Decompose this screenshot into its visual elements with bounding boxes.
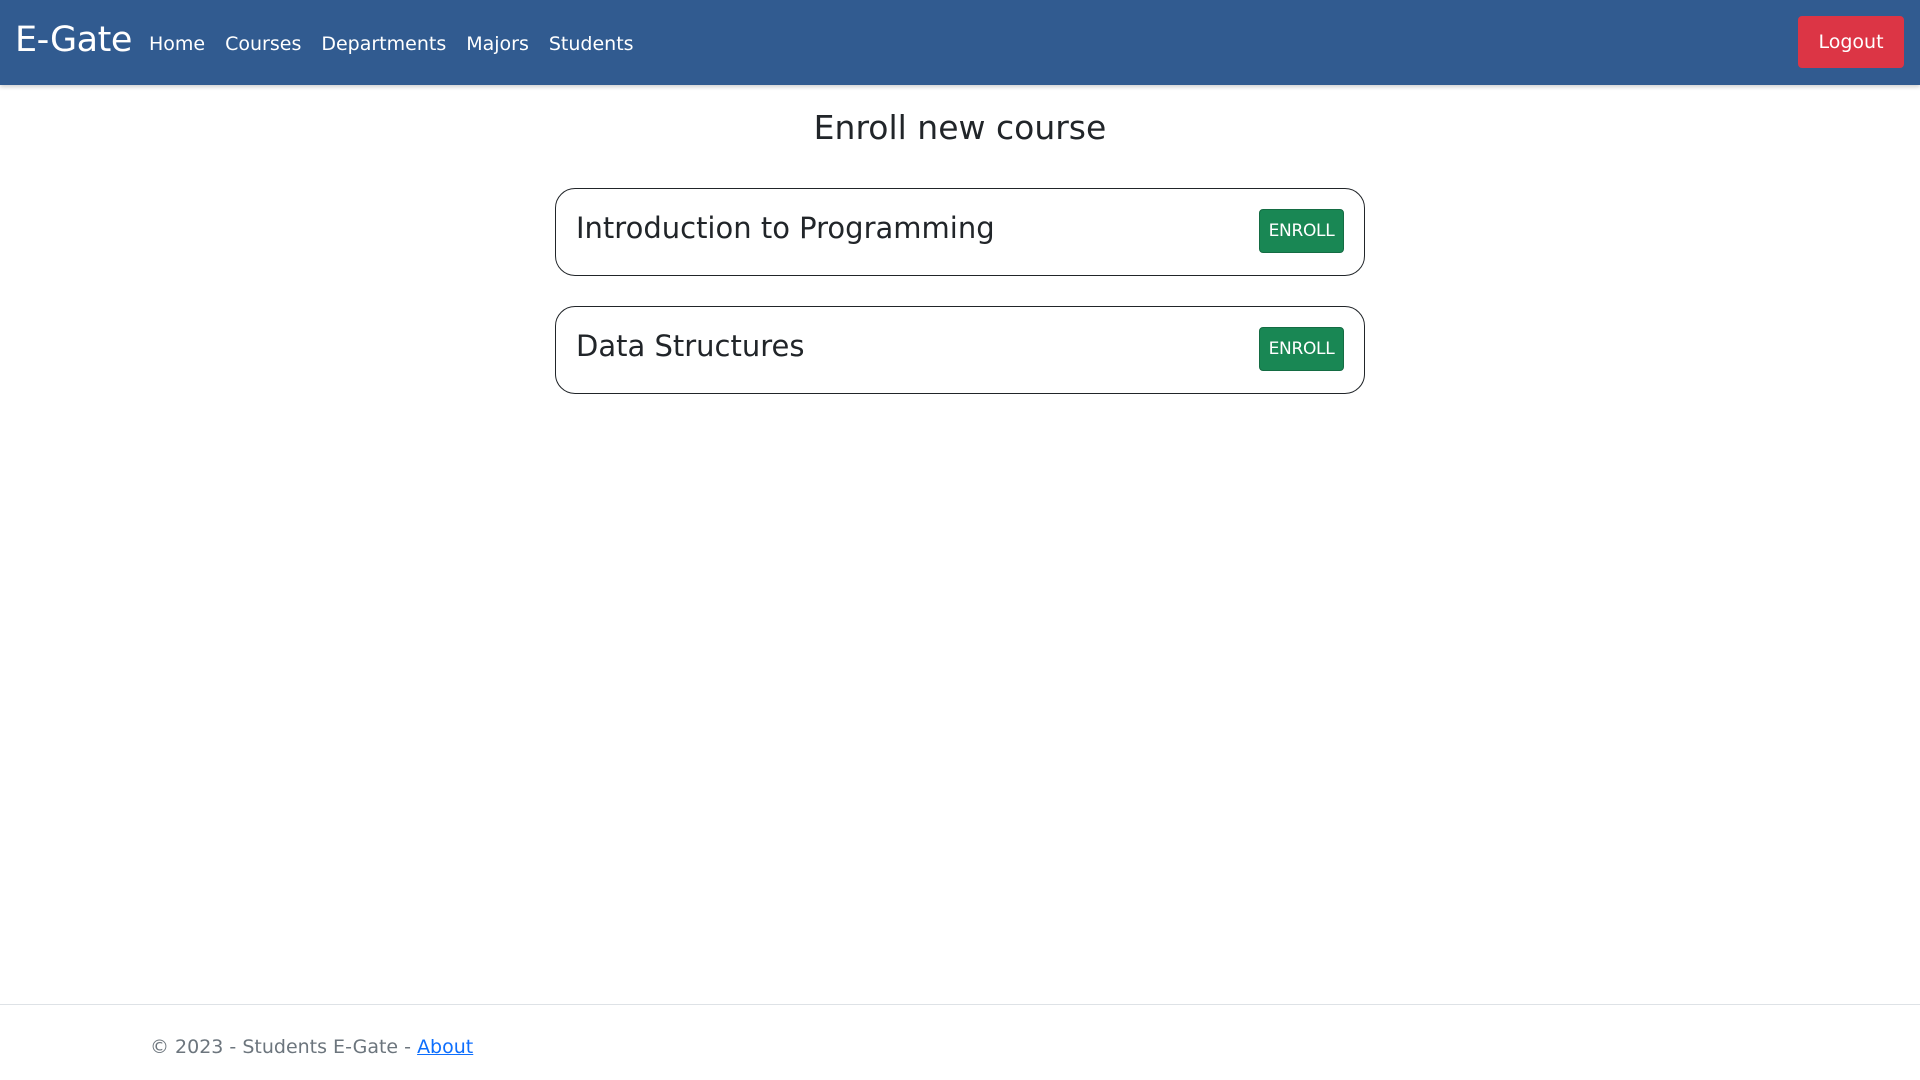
logout-button[interactable]: Logout	[1798, 16, 1904, 68]
nav-links: Home Courses Departments Majors Students	[149, 30, 654, 58]
top-navbar: E-Gate Home Courses Departments Majors S…	[0, 0, 1920, 85]
footer-text: © 2023 - Students E-Gate - About	[150, 1033, 473, 1061]
copyright-text: © 2023 - Students E-Gate -	[150, 1036, 418, 1058]
about-link[interactable]: About	[417, 1036, 473, 1058]
enroll-button[interactable]: ENROLL	[1259, 327, 1344, 371]
page-title: Enroll new course	[813, 108, 1107, 147]
nav-link-students[interactable]: Students	[549, 30, 634, 58]
enroll-button[interactable]: ENROLL	[1259, 209, 1344, 253]
brand-logo-link[interactable]: E-Gate	[15, 18, 132, 62]
course-card: Data Structures ENROLL	[555, 306, 1365, 394]
nav-link-departments[interactable]: Departments	[321, 30, 446, 58]
course-name: Data Structures	[576, 329, 805, 363]
nav-link-courses[interactable]: Courses	[225, 30, 301, 58]
course-name: Introduction to Programming	[576, 211, 995, 245]
nav-link-home[interactable]: Home	[149, 30, 205, 58]
nav-link-majors[interactable]: Majors	[466, 30, 529, 58]
course-card: Introduction to Programming ENROLL	[555, 188, 1365, 276]
page-footer: © 2023 - Students E-Gate - About	[0, 1004, 1920, 1080]
